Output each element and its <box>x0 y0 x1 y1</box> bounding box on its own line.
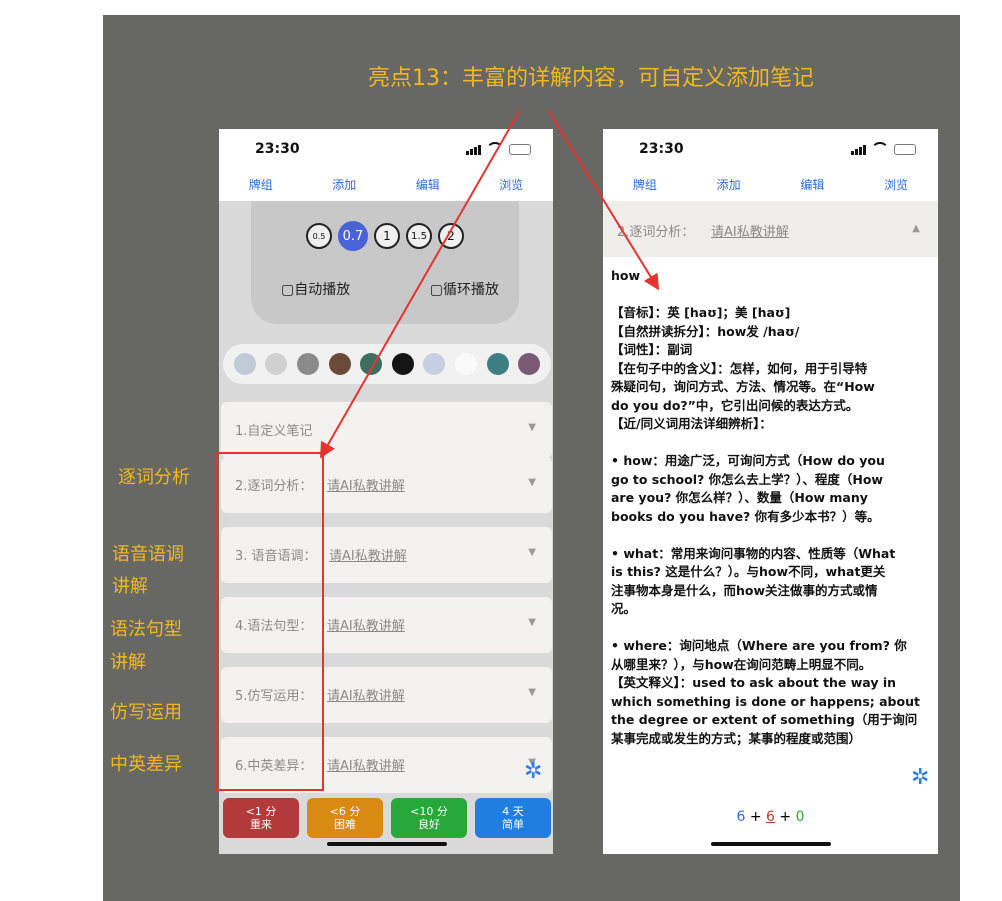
arrow-to-sections <box>320 109 521 459</box>
annotation-arrows <box>320 109 660 459</box>
arrow-to-content <box>547 109 660 291</box>
